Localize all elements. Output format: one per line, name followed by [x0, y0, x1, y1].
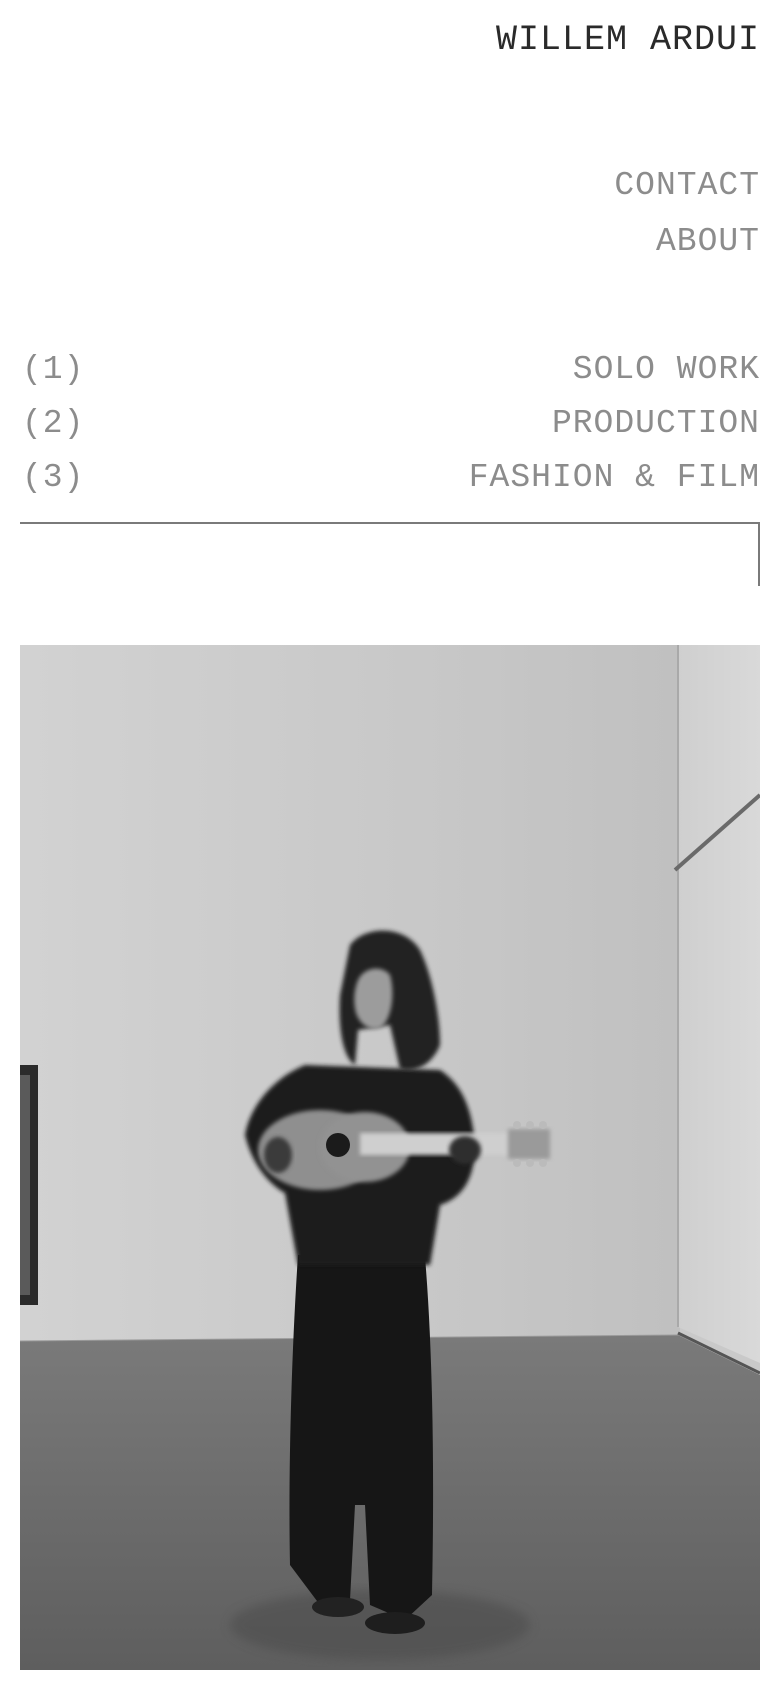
project-label: SOLO WORK	[572, 351, 760, 388]
site-title[interactable]: WILLEM ARDUI	[496, 18, 760, 62]
photo-musician-with-guitar-icon	[20, 645, 760, 1670]
nav-about-link[interactable]: ABOUT	[656, 222, 760, 262]
hero-photo[interactable]	[20, 645, 760, 1670]
project-label: FASHION & FILM	[468, 459, 760, 496]
project-row-fashion-film[interactable]: (3) FASHION & FILM	[20, 456, 760, 500]
project-number: (2)	[22, 405, 85, 442]
project-number: (3)	[22, 459, 85, 496]
section-divider	[20, 522, 760, 586]
project-number: (1)	[22, 351, 85, 388]
project-label: PRODUCTION	[551, 405, 760, 442]
nav-contact-link[interactable]: CONTACT	[614, 166, 760, 206]
project-row-production[interactable]: (2) PRODUCTION	[20, 402, 760, 446]
project-row-solo-work[interactable]: (1) SOLO WORK	[20, 348, 760, 392]
